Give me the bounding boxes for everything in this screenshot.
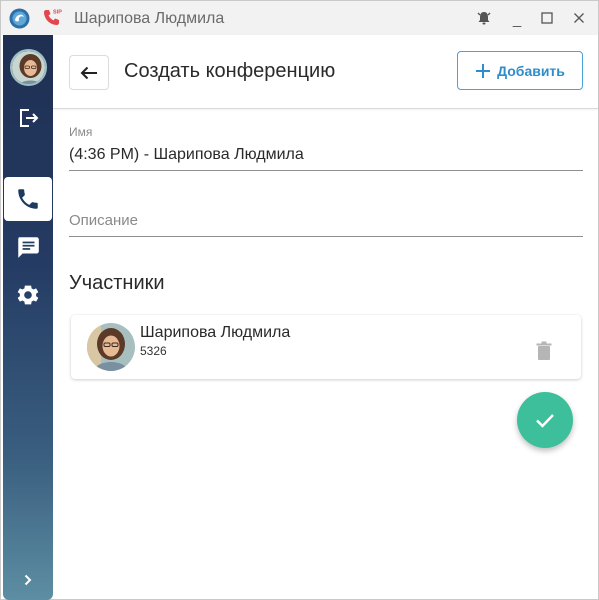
close-icon — [574, 13, 584, 23]
gear-icon — [17, 285, 39, 305]
app-logo-icon — [9, 8, 30, 29]
add-button-label: Добавить — [497, 62, 565, 79]
participant-number: 5326 — [140, 344, 167, 358]
window-title: Шарипова Людмила — [74, 10, 225, 27]
chat-icon — [18, 237, 39, 258]
participants-title: Участники — [69, 272, 165, 294]
logout-icon — [20, 109, 39, 127]
page-header: Создать конференцию Добавить — [53, 35, 598, 109]
participant-avatar — [87, 323, 135, 371]
participant-name: Шарипова Людмила — [140, 324, 291, 341]
back-button[interactable] — [69, 55, 109, 90]
app-window: SIP Шарипова Людмила _ Создать конференц… — [0, 0, 599, 600]
arrow-left-icon — [80, 66, 97, 79]
chevron-right-icon — [24, 574, 32, 586]
participant-card: Шарипова Людмила 5326 — [71, 315, 581, 379]
sidebar-item-logout[interactable] — [3, 96, 53, 140]
sidebar-item-calls[interactable] — [4, 177, 52, 221]
trash-icon — [536, 341, 552, 360]
sidebar — [3, 35, 53, 600]
maximize-icon — [541, 12, 553, 24]
description-placeholder: Описание — [69, 212, 139, 229]
conference-name-input[interactable]: (4:36 PM) - Шарипова Людмила — [69, 141, 583, 171]
name-field-label: Имя — [69, 125, 93, 139]
description-input[interactable]: Описание — [69, 206, 583, 237]
plus-icon — [476, 63, 491, 78]
page-title: Создать конференцию — [124, 60, 336, 82]
bell-icon — [477, 12, 491, 25]
sip-badge: SIP — [53, 10, 62, 16]
sidebar-expand-button[interactable] — [3, 562, 53, 598]
title-bar: SIP Шарипова Людмила _ — [1, 1, 598, 35]
phone-icon — [18, 189, 38, 209]
avatar-image — [87, 323, 135, 371]
confirm-create-button[interactable] — [517, 392, 573, 448]
conference-name-value: (4:36 PM) - Шарипова Людмила — [69, 146, 304, 163]
sidebar-item-settings[interactable] — [3, 273, 53, 317]
alarm-bell-button[interactable] — [474, 8, 494, 28]
sip-phone-icon: SIP — [44, 10, 62, 25]
remove-participant-button[interactable] — [533, 339, 555, 363]
sidebar-item-chat[interactable] — [3, 225, 53, 269]
close-button[interactable] — [569, 8, 589, 28]
user-avatar[interactable] — [10, 49, 47, 86]
check-icon — [536, 414, 554, 428]
add-participant-button[interactable]: Добавить — [457, 51, 583, 90]
avatar-image — [12, 51, 45, 84]
maximize-button[interactable] — [537, 8, 557, 28]
minimize-button[interactable]: _ — [507, 8, 527, 28]
